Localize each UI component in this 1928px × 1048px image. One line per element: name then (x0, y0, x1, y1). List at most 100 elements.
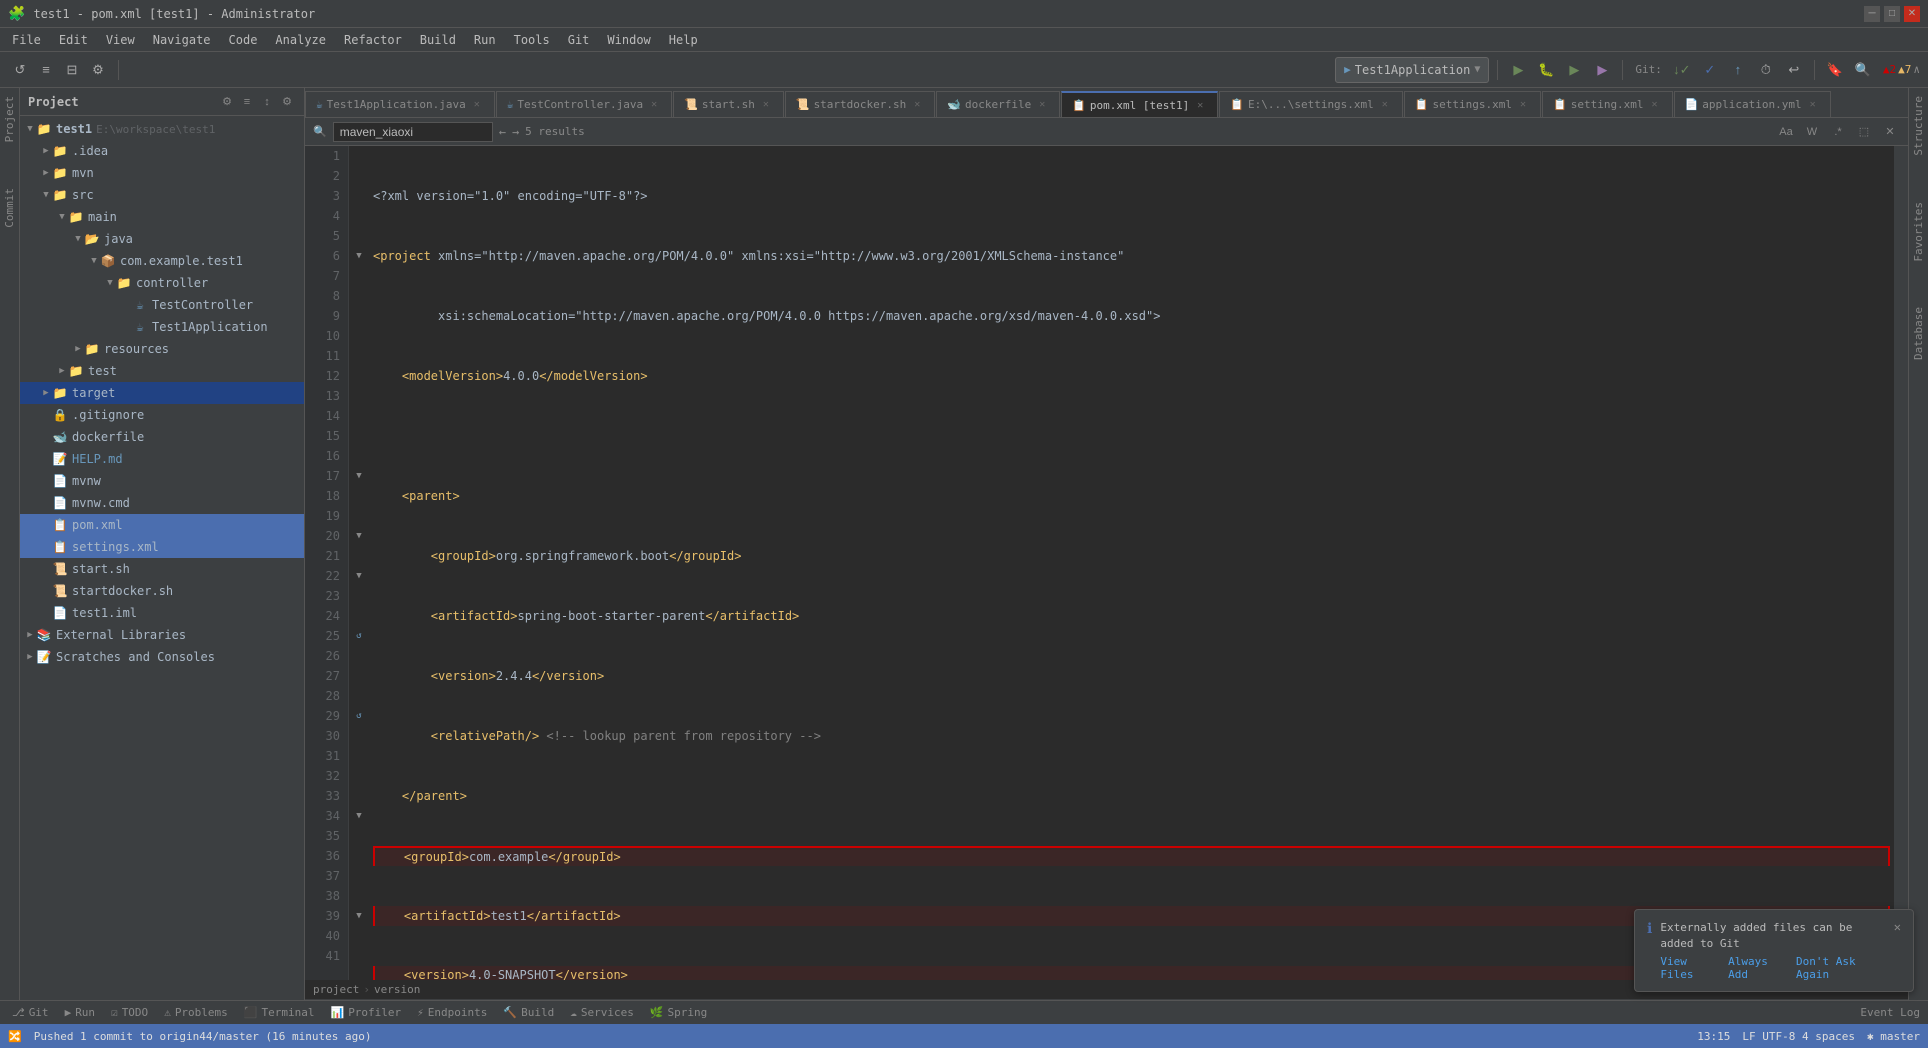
tree-item-src[interactable]: ▼ 📁 src (20, 184, 304, 206)
tree-item-mvnw[interactable]: ▶ 📄 mvnw (20, 470, 304, 492)
maximize-button[interactable]: □ (1884, 6, 1900, 22)
git-push-button[interactable]: ↑ (1726, 58, 1750, 82)
tab-testcontroller[interactable]: ☕ TestController.java ✕ (496, 91, 672, 117)
bottom-tab-services[interactable]: ☁ Services (566, 1006, 638, 1019)
bottom-tab-terminal[interactable]: ⬛ Terminal (240, 1006, 319, 1019)
bottom-tab-git[interactable]: ⎇ Git (8, 1006, 53, 1019)
bottom-tab-run[interactable]: ▶ Run (61, 1006, 100, 1019)
tab-close-pomxml[interactable]: ✕ (1193, 98, 1207, 112)
tree-item-test-folder[interactable]: ▶ 📁 test (20, 360, 304, 382)
database-side-tab[interactable]: Database (1909, 299, 1928, 368)
tree-item-target[interactable]: ▶ 📁 target (20, 382, 304, 404)
tab-close-testcontroller[interactable]: ✕ (647, 98, 661, 112)
find-whole-word-btn[interactable]: W (1802, 122, 1822, 142)
window-controls[interactable]: ─ □ ✕ (1864, 6, 1920, 22)
close-button[interactable]: ✕ (1904, 6, 1920, 22)
tree-item-idea[interactable]: ▶ 📁 .idea (20, 140, 304, 162)
tree-item-scratches[interactable]: ▶ 📝 Scratches and Consoles (20, 646, 304, 668)
git-history-button[interactable]: ⏱ (1754, 58, 1778, 82)
project-side-tab[interactable]: Project (0, 88, 19, 150)
panel-sort-btn[interactable]: ↕ (258, 93, 276, 111)
tree-item-ext-libs[interactable]: ▶ 📚 External Libraries (20, 624, 304, 646)
bottom-tab-problems[interactable]: ⚠ Problems (160, 1006, 232, 1019)
tree-item-java-folder[interactable]: ▼ 📂 java (20, 228, 304, 250)
menu-code[interactable]: Code (221, 31, 266, 49)
notif-always-add-link[interactable]: Always Add (1728, 955, 1788, 981)
menu-view[interactable]: View (98, 31, 143, 49)
tree-item-dockerfile[interactable]: ▶ 🐋 dockerfile (20, 426, 304, 448)
profile-button[interactable]: ▶ (1590, 58, 1614, 82)
menu-navigate[interactable]: Navigate (145, 31, 219, 49)
tree-item-test1app[interactable]: ▶ ☕ Test1Application (20, 316, 304, 338)
menu-window[interactable]: Window (599, 31, 658, 49)
bottom-tab-todo[interactable]: ☑ TODO (107, 1006, 152, 1019)
tree-item-testcontroller[interactable]: ▶ ☕ TestController (20, 294, 304, 316)
code-content[interactable]: <?xml version="1.0" encoding="UTF-8"?> <… (369, 146, 1894, 980)
tab-close-settingxml[interactable]: ✕ (1648, 98, 1662, 112)
find-input[interactable] (333, 122, 493, 142)
tree-item-main[interactable]: ▼ 📁 main (20, 206, 304, 228)
menu-run[interactable]: Run (466, 31, 504, 49)
tab-settings-ext[interactable]: 📋 E:\...\settings.xml ✕ (1219, 91, 1403, 117)
minimize-button[interactable]: ─ (1864, 6, 1880, 22)
tab-pomxml[interactable]: 📋 pom.xml [test1] ✕ (1061, 91, 1218, 117)
sync-button[interactable]: ↺ (8, 58, 32, 82)
tab-startsh[interactable]: 📜 start.sh ✕ (673, 91, 784, 117)
tab-close-settings-ext[interactable]: ✕ (1378, 98, 1392, 112)
run-button[interactable]: ▶ (1506, 58, 1530, 82)
git-revert-button[interactable]: ↩ (1782, 58, 1806, 82)
tab-close-test1application[interactable]: ✕ (470, 98, 484, 112)
bookmarks-button[interactable]: 🔖 (1823, 58, 1847, 82)
menu-refactor[interactable]: Refactor (336, 31, 410, 49)
tab-close-applicationyml[interactable]: ✕ (1806, 98, 1820, 112)
git-commit-button[interactable]: ✓ (1698, 58, 1722, 82)
tab-startdockersh[interactable]: 📜 startdocker.sh ✕ (785, 91, 935, 117)
tree-item-package[interactable]: ▼ 📦 com.example.test1 (20, 250, 304, 272)
tree-item-startdockersh[interactable]: ▶ 📜 startdocker.sh (20, 580, 304, 602)
panel-config-btn[interactable]: ⚙ (278, 93, 296, 111)
commit-side-tab[interactable]: Commit (0, 180, 19, 236)
bottom-tab-endpoints[interactable]: ⚡ Endpoints (413, 1006, 491, 1019)
right-scrollbar[interactable] (1894, 146, 1908, 980)
tree-item-pomxml[interactable]: ▶ 📋 pom.xml (20, 514, 304, 536)
tree-item-gitignore[interactable]: ▶ 🔒 .gitignore (20, 404, 304, 426)
tree-item-test1iml[interactable]: ▶ 📄 test1.iml (20, 602, 304, 624)
collapse-all-button[interactable]: ⊟ (60, 58, 84, 82)
tab-applicationyml[interactable]: 📄 application.yml ✕ (1674, 91, 1831, 117)
tab-close-startsh[interactable]: ✕ (759, 98, 773, 112)
settings-button[interactable]: ⚙ (86, 58, 110, 82)
bottom-tab-spring[interactable]: 🌿 Spring (646, 1006, 711, 1019)
tab-settingsxml[interactable]: 📋 settings.xml ✕ (1404, 91, 1541, 117)
panel-settings-btn[interactable]: ⚙ (218, 93, 236, 111)
structure-side-tab[interactable]: Structure (1909, 88, 1928, 164)
notif-view-files-link[interactable]: View Files (1660, 955, 1720, 981)
tree-item-startsh[interactable]: ▶ 📜 start.sh (20, 558, 304, 580)
find-close-btn[interactable]: ✕ (1880, 122, 1900, 142)
menu-analyze[interactable]: Analyze (267, 31, 334, 49)
run-config-dropdown[interactable]: ▶ Test1Application ▼ (1335, 57, 1489, 83)
tree-item-mvnwcmd[interactable]: ▶ 📄 mvnw.cmd (20, 492, 304, 514)
tab-close-dockerfile[interactable]: ✕ (1035, 98, 1049, 112)
menu-git[interactable]: Git (560, 31, 598, 49)
tab-test1application[interactable]: ☕ Test1Application.java ✕ (305, 91, 495, 117)
tab-close-startdockersh[interactable]: ✕ (910, 98, 924, 112)
bottom-tab-profiler[interactable]: 📊 Profiler (326, 1006, 405, 1019)
coverage-button[interactable]: ▶ (1562, 58, 1586, 82)
tab-settingxml[interactable]: 📋 setting.xml ✕ (1542, 91, 1673, 117)
tab-close-settingsxml[interactable]: ✕ (1516, 98, 1530, 112)
find-match-case-btn[interactable]: Aa (1776, 122, 1796, 142)
favorites-side-tab[interactable]: Favorites (1909, 194, 1928, 270)
debug-button[interactable]: 🐛 (1534, 58, 1558, 82)
panel-list-btn[interactable]: ≡ (238, 93, 256, 111)
notif-dont-ask-link[interactable]: Don't Ask Again (1796, 955, 1886, 981)
event-log-link[interactable]: Event Log (1860, 1006, 1920, 1019)
search-everywhere-button[interactable]: 🔍 (1851, 58, 1875, 82)
tree-item-helpmd[interactable]: ▶ 📝 HELP.md (20, 448, 304, 470)
git-update-button[interactable]: ↓✓ (1670, 58, 1694, 82)
menu-build[interactable]: Build (412, 31, 464, 49)
menu-edit[interactable]: Edit (51, 31, 96, 49)
bottom-tab-build[interactable]: 🔨 Build (499, 1006, 558, 1019)
tree-item-controller[interactable]: ▼ 📁 controller (20, 272, 304, 294)
find-regex-btn[interactable]: .* (1828, 122, 1848, 142)
find-in-selection-btn[interactable]: ⬚ (1854, 122, 1874, 142)
